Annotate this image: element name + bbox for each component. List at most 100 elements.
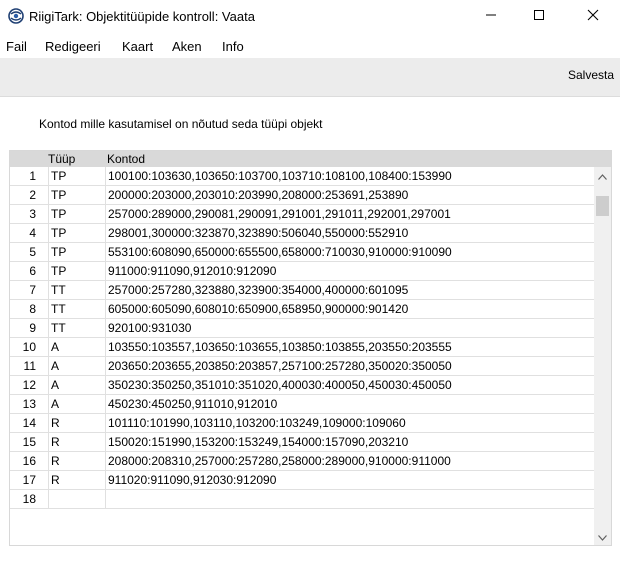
vertical-scrollbar[interactable]: [594, 167, 611, 545]
accounts-cell[interactable]: 200000:203000,203010:203990,208000:25369…: [105, 186, 594, 204]
window-title: RiigiTark: Objektitüüpide kontroll: Vaat…: [29, 9, 255, 24]
menu-item-aken[interactable]: Aken: [172, 39, 202, 54]
table-row[interactable]: 13 A 450230:450250,911010,912010: [10, 395, 594, 414]
row-number: 14: [22, 416, 36, 430]
accounts-cell[interactable]: 208000:208310,257000:257280,258000:28900…: [105, 452, 594, 470]
table-row[interactable]: 18: [10, 490, 594, 509]
type-cell[interactable]: TP: [48, 262, 104, 280]
accounts-cell[interactable]: 150020:151990,153200:153249,154000:15709…: [105, 433, 594, 451]
accounts-cell[interactable]: 103550:103557,103650:103655,103850:10385…: [105, 338, 594, 356]
row-number: 12: [22, 378, 36, 392]
menu-bar: Fail Redigeeri Kaart Aken Info: [0, 34, 620, 58]
close-icon: [587, 9, 599, 24]
type-cell[interactable]: R: [48, 433, 104, 451]
toolbar: Salvesta: [0, 58, 620, 97]
maximize-icon: [533, 9, 545, 24]
accounts-cell[interactable]: 257000:257280,323880,323900:354000,40000…: [105, 281, 594, 299]
row-number: 6: [29, 264, 36, 278]
row-number: 8: [29, 302, 36, 316]
menu-item-kaart[interactable]: Kaart: [122, 39, 153, 54]
section-label: Kontod mille kasutamisel on nõutud seda …: [39, 117, 323, 131]
type-cell[interactable]: R: [48, 414, 104, 432]
table-row[interactable]: 10 A 103550:103557,103650:103655,103850:10…: [10, 338, 594, 357]
table-row[interactable]: 5 TP 553100:608090,650000:655500,658000:71…: [10, 243, 594, 262]
menu-item-redigeeri[interactable]: Redigeeri: [45, 39, 101, 54]
row-number: 5: [29, 245, 36, 259]
row-number: 10: [22, 340, 36, 354]
type-cell[interactable]: TP: [48, 186, 104, 204]
scrollbar-thumb[interactable]: [596, 196, 609, 216]
title-bar: RiigiTark: Objektitüüpide kontroll: Vaat…: [0, 0, 620, 34]
type-cell[interactable]: A: [48, 395, 104, 413]
type-cell[interactable]: TP: [48, 224, 104, 242]
table-row[interactable]: 9 TT 920100:931030: [10, 319, 594, 338]
accounts-cell[interactable]: 450230:450250,911010,912010: [105, 395, 594, 413]
row-number: 15: [22, 435, 36, 449]
row-number: 4: [29, 226, 36, 240]
chevron-up-icon: [598, 169, 607, 183]
type-cell[interactable]: TP: [48, 243, 104, 261]
type-cell[interactable]: TT: [48, 319, 104, 337]
type-cell[interactable]: TP: [48, 167, 104, 185]
row-number: 16: [22, 454, 36, 468]
row-number: 9: [29, 321, 36, 335]
maximize-button[interactable]: [516, 0, 562, 32]
accounts-cell[interactable]: 350230:350250,351010:351020,400030:40005…: [105, 376, 594, 394]
type-cell[interactable]: A: [48, 376, 104, 394]
accounts-cell[interactable]: 100100:103630,103650:103700,103710:10810…: [105, 167, 594, 185]
accounts-cell[interactable]: 911020:911090,912030:912090: [105, 471, 594, 489]
table-row[interactable]: 2 TP 200000:203000,203010:203990,208000:25…: [10, 186, 594, 205]
table-row[interactable]: 6 TP 911000:911090,912010:912090: [10, 262, 594, 281]
row-number: 13: [22, 397, 36, 411]
type-cell[interactable]: A: [48, 357, 104, 375]
close-button[interactable]: [570, 0, 616, 32]
chevron-down-icon: [598, 530, 607, 544]
header-accounts[interactable]: Kontod: [107, 152, 145, 166]
row-number: 3: [29, 207, 36, 221]
accounts-grid: Tüüp Kontod 1 TP 100100:103630,103650:1037…: [9, 150, 612, 546]
table-row[interactable]: 1 TP 100100:103630,103650:103700,103710:10…: [10, 167, 594, 186]
save-button[interactable]: Salvesta: [568, 68, 614, 82]
row-number: 11: [23, 359, 36, 373]
row-number: 7: [29, 283, 36, 297]
type-cell[interactable]: TT: [48, 300, 104, 318]
type-cell[interactable]: [48, 490, 104, 508]
type-cell[interactable]: A: [48, 338, 104, 356]
accounts-cell[interactable]: 101110:101990,103110,103200:103249,10900…: [105, 414, 594, 432]
accounts-cell[interactable]: [105, 490, 594, 508]
menu-item-info[interactable]: Info: [222, 39, 244, 54]
table-row[interactable]: 7 TT 257000:257280,323880,323900:354000,40…: [10, 281, 594, 300]
table-row[interactable]: 3 TP 257000:289000,290081,290091,291001,29…: [10, 205, 594, 224]
table-row[interactable]: 14 R 101110:101990,103110,103200:103249,10…: [10, 414, 594, 433]
table-row[interactable]: 15 R 150020:151990,153200:153249,154000:15…: [10, 433, 594, 452]
table-row[interactable]: 11 A 203650:203655,203850:203857,257100:25…: [10, 357, 594, 376]
table-row[interactable]: 16 R 208000:208310,257000:257280,258000:28…: [10, 452, 594, 471]
minimize-icon: [485, 9, 497, 24]
accounts-cell[interactable]: 203650:203655,203850:203857,257100:25728…: [105, 357, 594, 375]
accounts-cell[interactable]: 920100:931030: [105, 319, 594, 337]
table-row[interactable]: 8 TT 605000:605090,608010:650900,658950,90…: [10, 300, 594, 319]
type-cell[interactable]: TT: [48, 281, 104, 299]
row-number: 2: [29, 188, 36, 202]
app-globe-icon[interactable]: [8, 8, 24, 24]
table-row[interactable]: 4 TP 298001,300000:323870,323890:506040,55…: [10, 224, 594, 243]
row-number: 18: [22, 492, 36, 506]
accounts-cell[interactable]: 298001,300000:323870,323890:506040,55000…: [105, 224, 594, 242]
accounts-cell[interactable]: 605000:605090,608010:650900,658950,90000…: [105, 300, 594, 318]
grid-header: Tüüp Kontod: [10, 151, 611, 167]
minimize-button[interactable]: [468, 0, 514, 32]
type-cell[interactable]: R: [48, 471, 104, 489]
type-cell[interactable]: TP: [48, 205, 104, 223]
scroll-down-button[interactable]: [594, 528, 611, 545]
row-number: 1: [29, 169, 36, 183]
header-type[interactable]: Tüüp: [48, 152, 75, 166]
type-cell[interactable]: R: [48, 452, 104, 470]
scroll-up-button[interactable]: [594, 167, 611, 184]
table-row[interactable]: 12 A 350230:350250,351010:351020,400030:40…: [10, 376, 594, 395]
menu-item-fail[interactable]: Fail: [6, 39, 27, 54]
accounts-cell[interactable]: 553100:608090,650000:655500,658000:71003…: [105, 243, 594, 261]
table-row[interactable]: 17 R 911020:911090,912030:912090: [10, 471, 594, 490]
accounts-cell[interactable]: 257000:289000,290081,290091,291001,29101…: [105, 205, 594, 223]
accounts-cell[interactable]: 911000:911090,912010:912090: [105, 262, 594, 280]
grid-rows: 1 TP 100100:103630,103650:103700,103710:10…: [10, 167, 611, 509]
